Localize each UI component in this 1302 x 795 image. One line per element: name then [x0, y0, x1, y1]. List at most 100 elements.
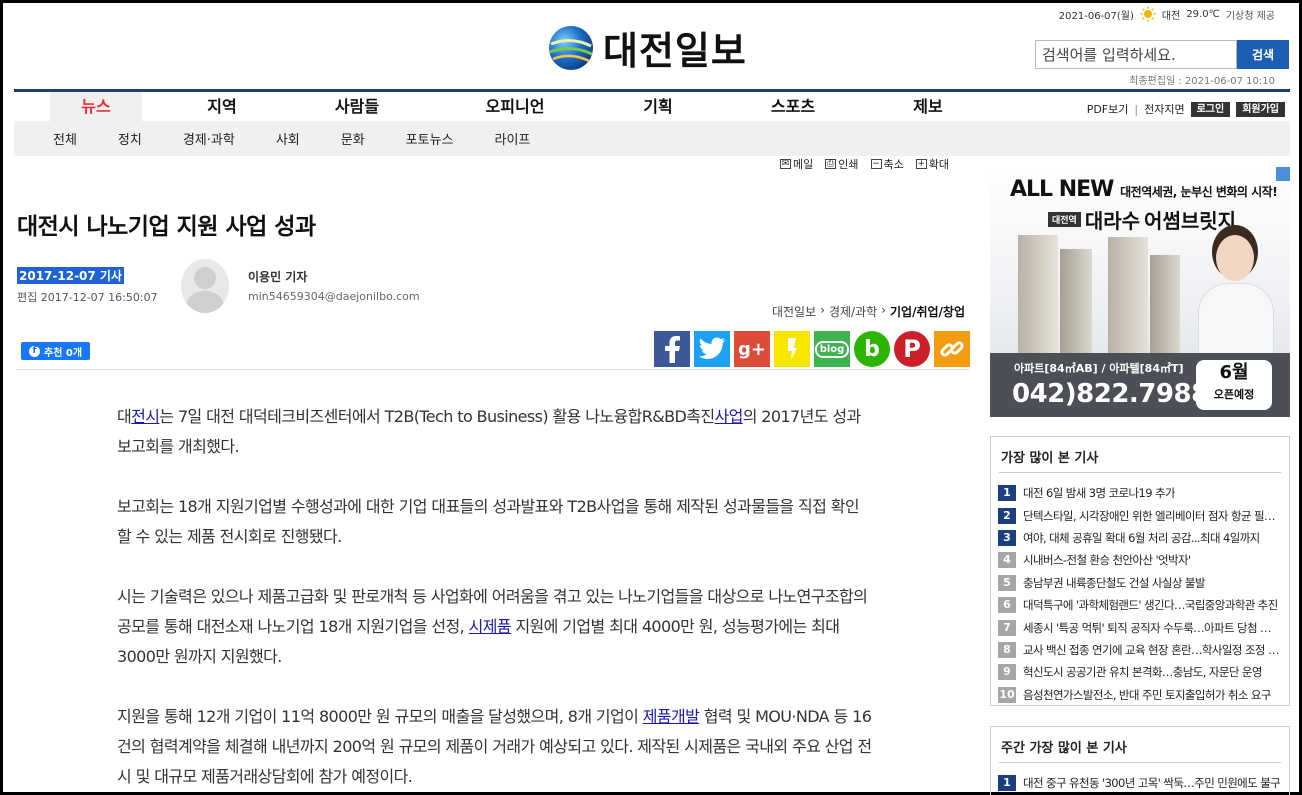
- reporter-avatar: [181, 259, 229, 313]
- article-body: 대전시는 7일 대전 대덕테크비즈센터에서 T2B(Tech to Busine…: [117, 402, 873, 795]
- keyword-link[interactable]: 전시: [131, 407, 160, 426]
- subnav-life[interactable]: 라이프: [481, 129, 558, 148]
- pinterest-icon: P: [903, 335, 921, 363]
- keyword-link[interactable]: 제품개발: [643, 707, 700, 726]
- header-divider: [16, 369, 970, 370]
- share-band-button[interactable]: b: [854, 331, 890, 367]
- kakaostory-icon: [788, 338, 797, 360]
- list-item[interactable]: 1 대전 6일 밤새 3명 코로나19 추가: [998, 482, 1281, 504]
- article-paragraph: 지원을 통해 12개 기업이 11억 8000만 원 규모의 매출을 달성했으며…: [117, 707, 872, 786]
- plus-icon: +: [915, 159, 927, 169]
- mail-tool[interactable]: ✉ 메일: [780, 156, 813, 172]
- keyword-link[interactable]: 시제품: [469, 617, 512, 636]
- weekly-most-viewed-title: 주간 가장 많이 본 기사: [999, 727, 1281, 763]
- share-blog-button[interactable]: blog: [814, 331, 850, 367]
- nav-special[interactable]: 기획: [618, 92, 698, 121]
- rank-number: 7: [998, 619, 1016, 636]
- share-twitter-button[interactable]: [694, 331, 730, 367]
- list-item-title: 혁신도시 공공기관 유치 본격화…충남도, 자문단 운영: [1023, 665, 1262, 680]
- subnav-all[interactable]: 전체: [39, 129, 104, 148]
- e-paper-link[interactable]: 전자지면: [1144, 101, 1184, 117]
- ad-phone: 042)822.7988: [1012, 379, 1209, 409]
- breadcrumb-section[interactable]: 경제/과학: [829, 303, 877, 320]
- google-plus-icon: g+: [738, 338, 766, 360]
- share-buttons: g+ blog b P: [654, 331, 970, 367]
- list-item[interactable]: 7 세종시 '특공 먹튀' 퇴직 공직자 수두룩…아파트 당첨 후 떠나: [998, 616, 1281, 638]
- rank-number: 6: [998, 597, 1016, 614]
- nav-people[interactable]: 사람들: [302, 92, 412, 121]
- reporter-email[interactable]: min54659304@daejonilbo.com: [248, 290, 420, 303]
- most-viewed-title: 가장 많이 본 기사: [999, 437, 1281, 473]
- facebook-like-button[interactable]: f 추천 0개: [21, 342, 91, 360]
- article-date: 2017-12-07 기사: [17, 267, 125, 284]
- login-button[interactable]: 로그인: [1190, 101, 1231, 117]
- join-button[interactable]: 회원가입: [1236, 101, 1285, 117]
- share-google-plus-button[interactable]: g+: [734, 331, 770, 367]
- list-item[interactable]: 6 대덕특구에 '과학체험랜드' 생긴다…국립중앙과학관 추진: [998, 594, 1281, 616]
- enlarge-label: 확대: [928, 158, 949, 171]
- copy-link-button[interactable]: [934, 331, 970, 367]
- facebook-like-count: 추천 0개: [44, 347, 83, 359]
- separator: |: [1134, 102, 1139, 116]
- nav-news[interactable]: 뉴스: [50, 92, 142, 121]
- list-item[interactable]: 1 대전 중구 유천동 '300년 고목' 싹둑…주민 민원에도 불구: [998, 772, 1281, 794]
- list-item-title: 시내버스-전철 환승 천안아산 '엇박자': [1023, 553, 1191, 568]
- list-item[interactable]: 4 시내버스-전철 환승 천안아산 '엇박자': [998, 549, 1281, 571]
- breadcrumb-current[interactable]: 기업/취업/창업: [890, 303, 965, 320]
- ad-open-label: 오픈예정: [1213, 388, 1255, 401]
- nav-report[interactable]: 제보: [888, 92, 968, 121]
- globe-logo-icon: [549, 25, 593, 70]
- last-edit-date: 최종편집일 : 2021-06-07 10:10: [1129, 76, 1275, 87]
- subnav-culture[interactable]: 문화: [327, 129, 392, 148]
- subnav-society[interactable]: 사회: [262, 129, 327, 148]
- nav-sports[interactable]: 스포츠: [698, 92, 888, 121]
- list-item-title: 교사 백신 접종 연기에 교육 현장 혼란…학사일정 조정 불가피: [1023, 642, 1281, 657]
- list-item[interactable]: 5 충남부권 내륙종단철도 건설 사실상 불발: [998, 572, 1281, 594]
- rank-number: 3: [998, 529, 1016, 546]
- rank-number: 2: [998, 507, 1016, 524]
- current-date: 2021-06-07(월): [1058, 10, 1134, 22]
- breadcrumb-home[interactable]: 대전일보: [772, 303, 816, 320]
- list-item-title: 대전 중구 유천동 '300년 고목' 싹둑…주민 민원에도 불구: [1023, 776, 1281, 791]
- enlarge-tool[interactable]: + 확대: [915, 156, 949, 172]
- share-pinterest-button[interactable]: P: [894, 331, 930, 367]
- shrink-label: 축소: [883, 158, 904, 171]
- chevron-right-icon: ›: [881, 303, 886, 317]
- keyword-link[interactable]: 사업: [714, 407, 743, 426]
- list-item[interactable]: 8 교사 백신 접종 연기에 교육 현장 혼란…학사일정 조정 불가피: [998, 639, 1281, 661]
- pdf-view-link[interactable]: PDF보기: [1087, 101, 1129, 117]
- list-item[interactable]: 3 여야, 대체 공휴일 확대 6월 처리 공감...최대 4일까지: [998, 527, 1281, 549]
- site-logo[interactable]: 대전일보: [547, 20, 747, 75]
- print-tool[interactable]: ⎙ 인쇄: [825, 156, 859, 172]
- rank-number: 8: [998, 641, 1016, 658]
- search-button[interactable]: 검색: [1237, 40, 1289, 69]
- subnav-politics[interactable]: 정치: [104, 129, 169, 148]
- breadcrumb: 대전일보 › 경제/과학 › 기업/취업/창업: [772, 303, 965, 320]
- ad-headline: ALL NEW 대전역세권, 눈부신 변화의 시작!: [1010, 177, 1278, 202]
- ad-open-month: 6월: [1219, 362, 1249, 383]
- nav-opinion[interactable]: 오피니언: [412, 92, 618, 121]
- list-item-title: 대덕특구에 '과학체험랜드' 생긴다…국립중앙과학관 추진: [1023, 598, 1278, 613]
- most-viewed-list: 1 대전 6일 밤새 3명 코로나19 추가 2 단텍스타일, 시각장애인 위한 엘…: [991, 473, 1289, 706]
- print-label: 인쇄: [838, 158, 859, 171]
- rank-number: 4: [998, 552, 1016, 569]
- list-item[interactable]: 10 음성천연가스발전소, 반대 주민 토지출입허가 취소 요구: [998, 684, 1281, 706]
- article-tools: ✉ 메일 ⎙ 인쇄 − 축소 + 확대: [780, 156, 949, 172]
- rank-number: 5: [998, 574, 1016, 591]
- logo-text: 대전일보: [603, 29, 747, 73]
- subnav-photo-news[interactable]: 포토뉴스: [392, 129, 481, 148]
- article-paragraph: 대전시는 7일 대전 대덕테크비즈센터에서 T2B(Tech to Busine…: [117, 407, 861, 456]
- share-facebook-button[interactable]: [654, 331, 690, 367]
- list-item[interactable]: 9 혁신도시 공공기관 유치 본격화…충남도, 자문단 운영: [998, 661, 1281, 683]
- share-kakaostory-button[interactable]: [774, 331, 810, 367]
- ad-info-icon[interactable]: [1276, 167, 1290, 181]
- list-item[interactable]: 2 단텍스타일, 시각장애인 위한 엘리베이터 점자 항균 필름 기부: [998, 504, 1281, 526]
- subnav-economy-science[interactable]: 경제·과학: [169, 129, 262, 148]
- utility-nav: PDF보기 | 전자지면 로그인 회원가입: [1087, 101, 1285, 117]
- search-input[interactable]: [1035, 40, 1237, 69]
- avatar-head: [194, 267, 216, 289]
- shrink-tool[interactable]: − 축소: [870, 156, 904, 172]
- nav-region[interactable]: 지역: [142, 92, 302, 121]
- minus-icon: −: [870, 159, 882, 169]
- sidebar-ad-banner[interactable]: ALL NEW 대전역세권, 눈부신 변화의 시작! 대전역 대라수 어썸브릿지…: [990, 167, 1290, 417]
